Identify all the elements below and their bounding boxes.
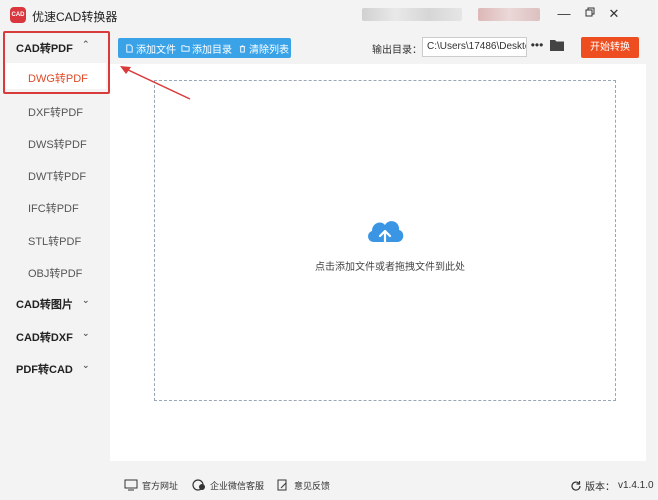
website-link[interactable]: 官方网址: [124, 478, 178, 492]
cloud-upload-icon[interactable]: [364, 214, 406, 250]
sidebar-group-cad-to-image[interactable]: CAD转图片 ⌄: [0, 287, 110, 317]
sidebar-item-label: IFC转PDF: [28, 203, 79, 215]
feedback-label: 意见反馈: [294, 480, 331, 491]
sidebar-group-label: PDF转CAD: [16, 364, 73, 376]
sidebar: CAD转PDF ⌃ DWG转PDF DXF转PDF DWS转PDF DWT转PD…: [0, 30, 110, 470]
start-convert-button[interactable]: 开始转换: [581, 37, 639, 58]
website-label: 官方网址: [142, 480, 179, 491]
chat-icon: [192, 479, 205, 491]
title-bar: CAD 优速CAD转换器 — ✕: [0, 0, 658, 30]
sidebar-item-label: OBJ转PDF: [28, 268, 83, 280]
version-label: 版本：: [585, 482, 615, 493]
add-folder-button[interactable]: 添加目录: [181, 38, 232, 58]
drop-zone-hint: 点击添加文件或者拖拽文件到此处: [315, 262, 465, 273]
sidebar-item-dws-to-pdf[interactable]: DWS转PDF: [6, 129, 106, 155]
version-info: 版本： v1.4.1.0: [570, 478, 654, 493]
folder-icon: [181, 44, 190, 52]
sidebar-item-label: DWS转PDF: [28, 139, 87, 151]
sidebar-group-label: CAD转图片: [16, 299, 73, 311]
sidebar-group-label: CAD转PDF: [16, 43, 73, 55]
blurred-account-info: [478, 8, 540, 21]
sidebar-item-stl-to-pdf[interactable]: STL转PDF: [6, 226, 106, 252]
feedback-link[interactable]: 意见反馈: [276, 478, 330, 492]
file-toolbar: 添加文件 添加目录 清除列表: [118, 38, 291, 58]
sidebar-item-label: DWT转PDF: [28, 171, 87, 183]
feedback-icon: [277, 479, 287, 491]
output-dir-label: 输出目录：: [372, 45, 422, 56]
add-folder-label: 添加目录: [192, 44, 232, 56]
file-icon: [126, 43, 133, 53]
output-dir-field[interactable]: C:\Users\17486\Deskto: [422, 37, 527, 57]
blurred-user-info: [362, 8, 462, 21]
add-file-button[interactable]: 添加文件: [125, 38, 176, 58]
chevron-up-icon: ⌃: [82, 39, 90, 49]
chevron-down-icon: ⌄: [82, 360, 90, 370]
sidebar-item-dwt-to-pdf[interactable]: DWT转PDF: [6, 161, 106, 187]
sidebar-item-label: STL转PDF: [28, 236, 82, 248]
wechat-label: 企业微信客服: [210, 480, 265, 491]
sidebar-group-pdf-to-cad[interactable]: PDF转CAD ⌄: [0, 352, 110, 382]
monitor-icon: [124, 479, 138, 491]
trash-icon: [239, 44, 246, 53]
app-title: 优速CAD转换器: [32, 10, 118, 24]
chevron-down-icon: ⌄: [82, 328, 90, 338]
clear-list-label: 清除列表: [249, 44, 289, 56]
add-file-label: 添加文件: [136, 44, 176, 56]
refresh-icon[interactable]: [570, 480, 582, 492]
sidebar-group-cad-to-pdf[interactable]: CAD转PDF ⌃: [0, 31, 110, 61]
sidebar-group-cad-to-dxf[interactable]: CAD转DXF ⌄: [0, 320, 110, 350]
sidebar-item-label: DWG转PDF: [28, 73, 88, 85]
app-logo: CAD: [10, 7, 26, 23]
version-number: v1.4.1.0: [618, 480, 654, 491]
open-folder-icon[interactable]: [549, 38, 565, 56]
sidebar-item-obj-to-pdf[interactable]: OBJ转PDF: [6, 258, 106, 284]
wechat-support-link[interactable]: 企业微信客服: [192, 478, 264, 492]
close-icon[interactable]: ✕: [606, 6, 622, 22]
sidebar-item-dxf-to-pdf[interactable]: DXF转PDF: [6, 97, 106, 123]
minimize-icon[interactable]: —: [556, 6, 572, 22]
more-options-button[interactable]: •••: [530, 38, 544, 56]
sidebar-item-label: DXF转PDF: [28, 107, 83, 119]
chevron-down-icon: ⌄: [82, 295, 90, 305]
sidebar-item-dwg-to-pdf[interactable]: DWG转PDF: [6, 63, 106, 89]
sidebar-item-ifc-to-pdf[interactable]: IFC转PDF: [6, 193, 106, 219]
sidebar-group-label: CAD转DXF: [16, 332, 73, 344]
restore-icon[interactable]: [582, 6, 598, 22]
clear-list-button[interactable]: 清除列表: [238, 38, 289, 58]
